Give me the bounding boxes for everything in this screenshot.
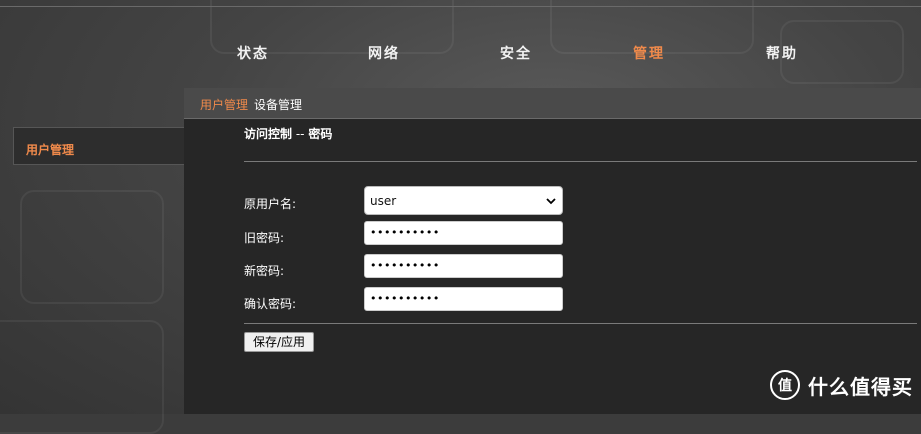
divider-bottom [244,323,917,324]
watermark-logo-icon: 值 [770,370,800,400]
tab-bar: 用户管理 设备管理 [184,88,921,119]
username-label: 原用户名: [244,197,297,211]
divider-top [244,161,917,162]
tab-user-management[interactable]: 用户管理 [200,96,248,113]
main-nav: 状态 网络 安全 管理 帮助 [0,43,921,63]
section-title-sub: 密码 [308,127,333,141]
top-edge-line [0,6,921,7]
section-title: 访问控制 -- 密码 [244,125,332,142]
nav-network[interactable]: 网络 [368,43,400,63]
watermark: 值 什么值得买 [770,370,913,400]
new-password-label: 新密码: [244,264,285,278]
old-password-label: 旧密码: [244,231,285,245]
old-password-field[interactable]: •••••••••• [364,221,563,245]
nav-help[interactable]: 帮助 [766,43,798,63]
username-select-value: user [370,194,397,208]
nav-status[interactable]: 状态 [237,43,269,63]
new-password-field[interactable]: •••••••••• [364,254,563,278]
tab-device-management[interactable]: 设备管理 [254,96,302,113]
section-title-main: 访问控制 [244,127,293,141]
section-title-separator: -- [292,127,309,141]
watermark-logo-glyph: 值 [778,378,792,394]
old-password-mask: •••••••••• [370,226,440,239]
sidebar-item-user-management[interactable]: 用户管理 [26,141,74,158]
confirm-password-field[interactable]: •••••••••• [364,287,563,311]
save-apply-button[interactable]: 保存/应用 [244,332,315,352]
watermark-text: 什么值得买 [808,374,913,399]
username-select[interactable]: user [364,186,563,215]
nav-security[interactable]: 安全 [500,43,532,63]
confirm-password-mask: •••••••••• [370,292,440,305]
confirm-password-label: 确认密码: [244,297,297,311]
nav-management[interactable]: 管理 [633,43,665,63]
chevron-down-icon [546,198,556,205]
sidebar: 用户管理 [13,127,185,165]
new-password-mask: •••••••••• [370,259,440,272]
